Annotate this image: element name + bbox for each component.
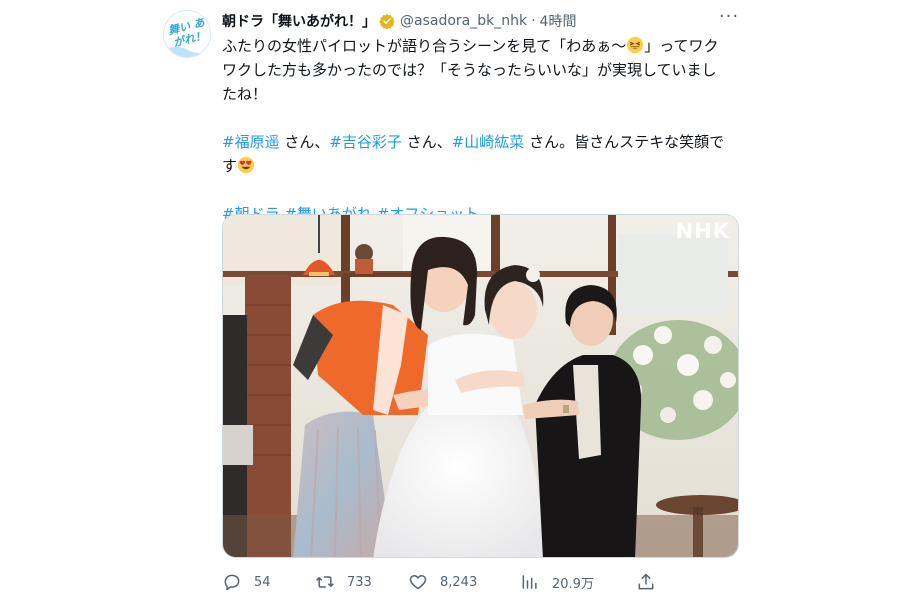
views-button[interactable]: 20.9万 <box>520 570 594 594</box>
tweet-line-mentions: #福原遥 さん、#吉谷彩子 さん、#山崎紘菜 さん。皆さんステキな笑顔で <box>222 130 742 154</box>
tweet-text-segment: さん。皆さんステキな笑顔で <box>524 133 725 151</box>
display-name[interactable]: 朝ドラ「舞いあがれ！」 <box>222 11 376 31</box>
handle[interactable]: @asadora_bk_nhk <box>400 13 527 29</box>
tweet-line-1: ふたりの女性パイロットが語り合うシーンを見て「わあぁ〜 」ってワク <box>222 34 742 58</box>
tweet-photo[interactable]: NHK <box>222 214 739 558</box>
reply-button[interactable]: 54 <box>222 570 271 594</box>
tweet-line-3: たね！ <box>222 85 268 103</box>
tweet-line-5: す <box>222 154 742 178</box>
avatar[interactable]: 舞い あがれ！ <box>163 10 211 58</box>
tweet-text-segment: す <box>222 157 238 175</box>
reply-count: 54 <box>254 574 271 590</box>
like-count: 8,243 <box>440 574 478 590</box>
retweet-count: 733 <box>347 574 372 590</box>
tweet-actions: 54 733 8,243 20.9万 <box>222 570 742 594</box>
nhk-watermark: NHK <box>675 219 730 243</box>
tweet-card: 舞い あがれ！ 朝ドラ「舞いあがれ！」 @asadora_bk_nhk · 4時… <box>160 0 760 600</box>
separator-dot: · <box>531 13 536 29</box>
grinning-squint-emoji-icon <box>627 36 644 54</box>
views-icon <box>522 575 537 589</box>
tweet-text-segment: ふたりの女性パイロットが語り合うシーンを見て「わあぁ〜 <box>222 37 627 55</box>
tweet-header: 朝ドラ「舞いあがれ！」 @asadora_bk_nhk · 4時間 <box>222 10 576 32</box>
more-options-icon[interactable]: ··· <box>718 8 740 32</box>
hashtag-link[interactable]: #吉谷彩子 <box>329 133 402 151</box>
reply-icon <box>224 574 240 591</box>
tweet-text-segment: さん、 <box>401 133 452 151</box>
tweet-text-segment: 」ってワク <box>644 37 719 55</box>
retweet-icon <box>316 576 334 588</box>
like-icon <box>409 575 427 590</box>
share-button[interactable] <box>636 570 668 594</box>
heart-eyes-emoji-icon <box>237 156 255 174</box>
verified-badge-icon[interactable] <box>379 13 395 29</box>
share-icon <box>638 573 654 590</box>
like-button[interactable]: 8,243 <box>408 570 477 594</box>
views-count: 20.9万 <box>552 576 594 592</box>
tweet-line-2: ワクした方も多かったのでは？「そうなったらいいな」が実現していまし <box>222 61 717 79</box>
hashtag-link[interactable]: #福原遥 <box>222 133 280 151</box>
avatar-wave-graphic <box>164 46 210 57</box>
timestamp[interactable]: 4時間 <box>540 11 577 31</box>
photo-illustration <box>223 215 738 557</box>
tweet-text-segment: さん、 <box>279 133 330 151</box>
tweet-text: ふたりの女性パイロットが語り合うシーンを見て「わあぁ〜 」ってワク ワクした方も… <box>222 34 742 226</box>
retweet-button[interactable]: 733 <box>315 570 372 594</box>
hashtag-link[interactable]: #山崎紘菜 <box>452 133 525 151</box>
